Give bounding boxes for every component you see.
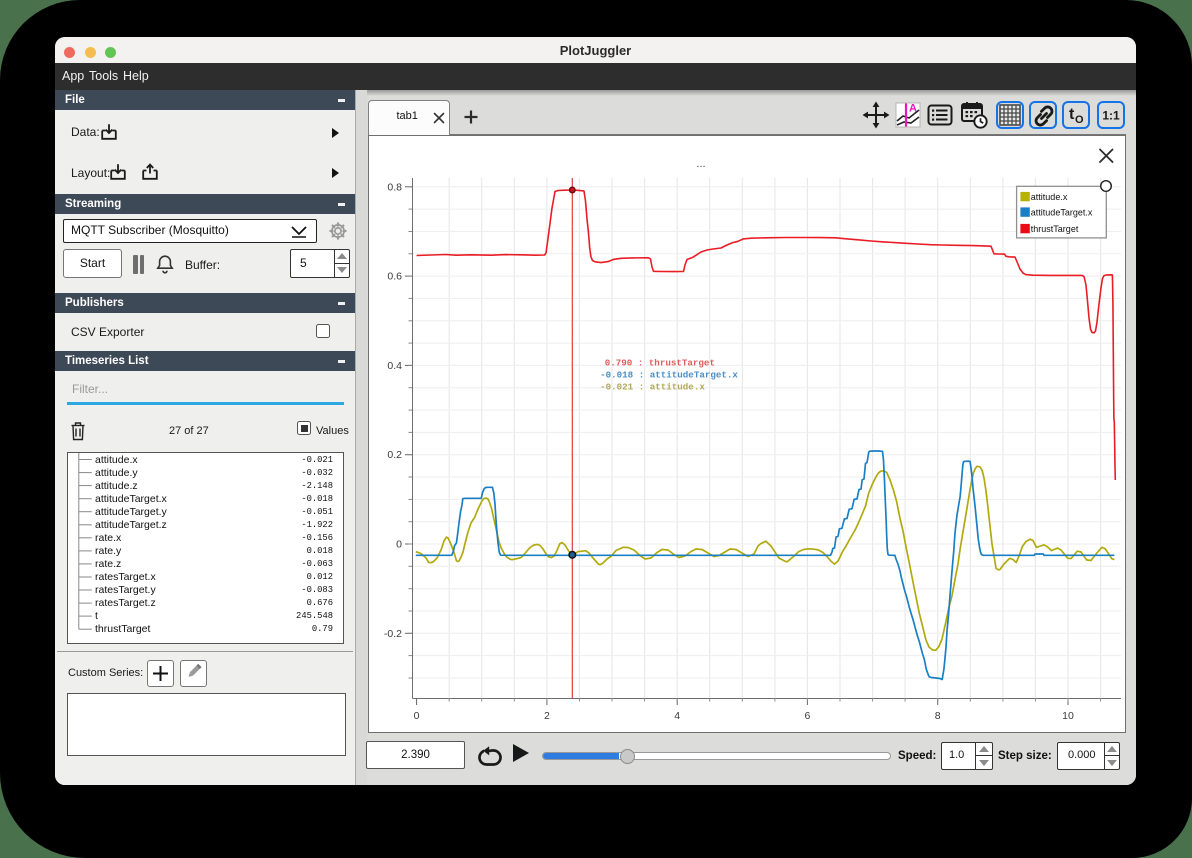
svg-text:2: 2 (544, 710, 550, 722)
svg-text:0.2: 0.2 (387, 449, 402, 461)
svg-text:0.8: 0.8 (387, 181, 402, 193)
svg-text:0: 0 (396, 539, 402, 551)
svg-text:-0.021 : attitude.x: -0.021 : attitude.x (600, 382, 705, 393)
svg-text:attitudeTarget.x: attitudeTarget.x (1031, 207, 1093, 217)
svg-text:0.4: 0.4 (387, 360, 402, 372)
svg-text:-0.018 : attitudeTarget.x: -0.018 : attitudeTarget.x (600, 370, 738, 381)
svg-text:0.790 : thrustTarget: 0.790 : thrustTarget (605, 358, 715, 369)
svg-text:A: A (909, 103, 917, 115)
svg-text:O: O (1075, 114, 1084, 126)
svg-text:attitude.x: attitude.x (1031, 192, 1068, 202)
svg-text:-0.2: -0.2 (384, 628, 402, 640)
svg-text:...: ... (696, 158, 705, 170)
svg-text:10: 10 (1062, 710, 1074, 722)
svg-text:4: 4 (674, 710, 680, 722)
svg-text:0: 0 (414, 710, 420, 722)
svg-text:8: 8 (935, 710, 941, 722)
svg-text:6: 6 (804, 710, 810, 722)
svg-text:1:1: 1:1 (1102, 109, 1120, 123)
svg-text:0.6: 0.6 (387, 271, 402, 283)
svg-text:thrustTarget: thrustTarget (1031, 224, 1079, 234)
